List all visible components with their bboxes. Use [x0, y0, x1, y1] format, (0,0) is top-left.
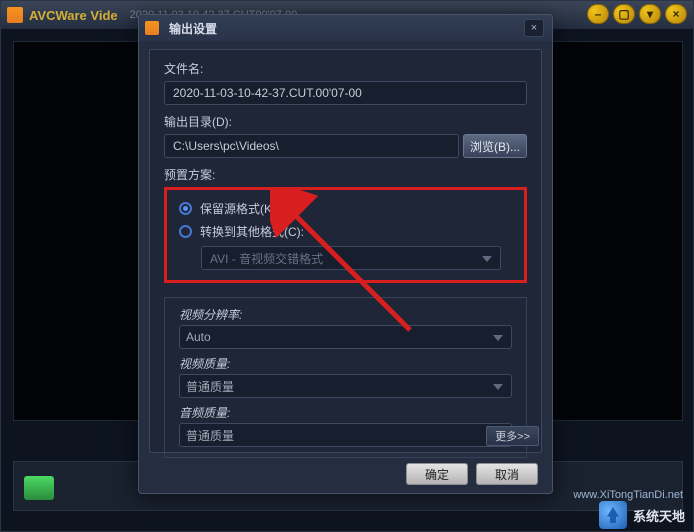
app-title: AVCWare Vide	[29, 8, 118, 23]
audio-quality-label: 音频质量:	[179, 404, 512, 421]
preset-highlight-box: 保留源格式(K) 转换到其他格式(C): AVI - 音视频交错格式	[164, 187, 527, 283]
radio-convert-label: 转换到其他格式(C):	[200, 223, 304, 240]
format-combo[interactable]: AVI - 音视频交错格式	[201, 246, 501, 270]
output-settings-dialog: 输出设置 × 文件名: 输出目录(D): 浏览(B)... 预置方案: 保留源格…	[138, 14, 553, 494]
more-button[interactable]: 更多>>	[486, 426, 539, 446]
dialog-title: 输出设置	[169, 20, 217, 37]
watermark-icon	[599, 501, 627, 529]
watermark: 系统天地	[599, 501, 685, 529]
window-controls: – ▢ ▾ ×	[587, 4, 687, 24]
app-icon	[7, 7, 23, 23]
resolution-combo[interactable]: Auto	[179, 325, 512, 349]
dialog-body: 文件名: 输出目录(D): 浏览(B)... 预置方案: 保留源格式(K) 转换…	[149, 49, 542, 453]
ok-button[interactable]: 确定	[406, 463, 468, 485]
dialog-footer: 确定 取消	[406, 463, 538, 485]
dialog-titlebar: 输出设置 ×	[139, 15, 552, 41]
radio-icon	[179, 225, 192, 238]
maximize-button[interactable]: ▢	[613, 4, 635, 24]
radio-keep-source-label: 保留源格式(K)	[200, 200, 276, 217]
resolution-value: Auto	[186, 330, 211, 344]
radio-convert[interactable]: 转换到其他格式(C):	[179, 223, 518, 240]
format-combo-value: AVI - 音视频交错格式	[210, 250, 323, 267]
cancel-button[interactable]: 取消	[476, 463, 538, 485]
close-button[interactable]: ×	[665, 4, 687, 24]
audio-quality-value: 普通质量	[186, 427, 234, 444]
minimize-button[interactable]: –	[587, 4, 609, 24]
browse-button[interactable]: 浏览(B)...	[463, 134, 527, 158]
dialog-icon	[145, 21, 159, 35]
audio-quality-combo[interactable]: 普通质量	[179, 423, 512, 447]
resolution-label: 视频分辨率:	[179, 306, 512, 323]
menu-button[interactable]: ▾	[639, 4, 661, 24]
video-quality-label: 视频质量:	[179, 355, 512, 372]
radio-keep-source[interactable]: 保留源格式(K)	[179, 200, 518, 217]
watermark-url: www.XiTongTianDi.net	[573, 489, 683, 501]
watermark-text: 系统天地	[633, 506, 685, 525]
outputdir-input[interactable]	[164, 134, 459, 158]
open-folder-button[interactable]	[24, 476, 54, 500]
preset-label: 预置方案:	[164, 166, 527, 183]
video-quality-value: 普通质量	[186, 378, 234, 395]
video-quality-combo[interactable]: 普通质量	[179, 374, 512, 398]
dialog-close-button[interactable]: ×	[524, 19, 544, 37]
filename-label: 文件名:	[164, 60, 527, 77]
radio-icon	[179, 202, 192, 215]
advanced-settings: 视频分辨率: Auto 视频质量: 普通质量 音频质量: 普通质量 更多>>	[164, 297, 527, 458]
outputdir-label: 输出目录(D):	[164, 113, 527, 130]
filename-input[interactable]	[164, 81, 527, 105]
